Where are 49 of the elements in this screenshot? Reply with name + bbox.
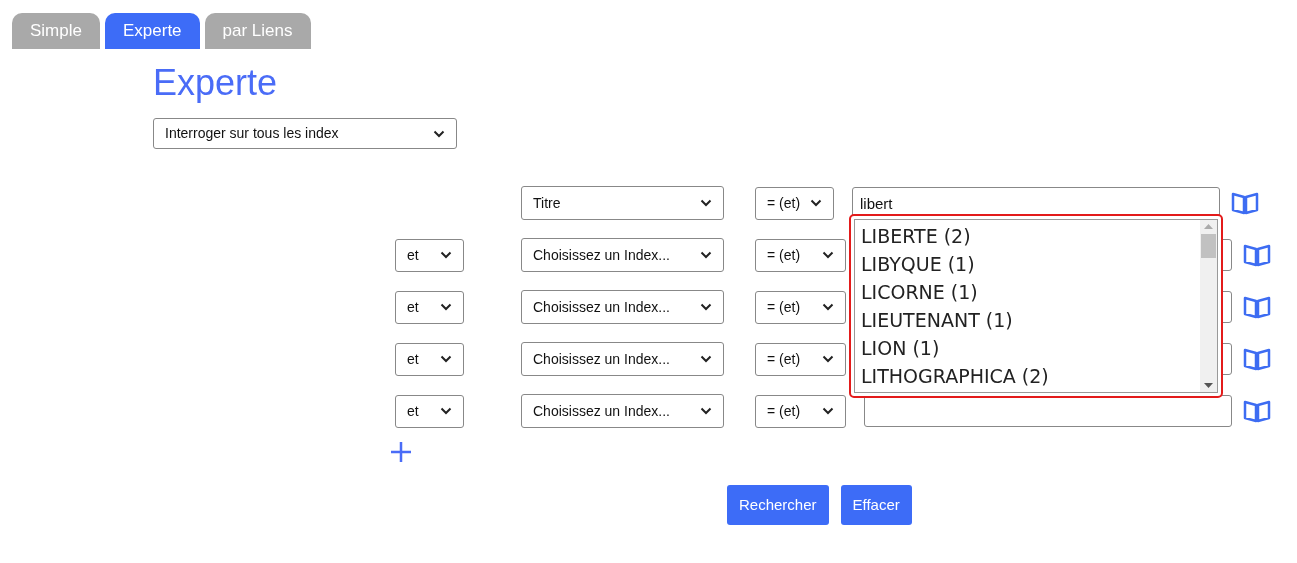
chevron-down-icon <box>700 251 712 259</box>
chevron-down-icon <box>822 355 834 363</box>
index-scope-select[interactable]: Interroger sur tous les index <box>153 118 457 149</box>
chevron-down-icon <box>700 199 712 207</box>
index-select[interactable]: Choisissez un Index... <box>521 342 724 376</box>
chevron-down-icon <box>822 407 834 415</box>
chevron-down-icon <box>440 355 452 363</box>
operator-select[interactable]: = (et) <box>755 238 846 272</box>
conjunction-select[interactable]: et <box>395 394 464 428</box>
scroll-thumb[interactable] <box>1201 234 1216 258</box>
suggestion-item[interactable]: LIBERTE (2) <box>855 222 1200 250</box>
book-icon[interactable] <box>1243 399 1271 423</box>
action-button[interactable]: Rechercher <box>727 485 829 525</box>
book-icon[interactable] <box>1243 243 1271 267</box>
chevron-down-icon <box>822 251 834 259</box>
conjunction-select[interactable]: et <box>395 238 464 272</box>
book-icon[interactable] <box>1243 347 1271 371</box>
suggestion-item[interactable]: LICORNE (1) <box>855 278 1200 306</box>
chevron-down-icon <box>440 251 452 259</box>
book-icon[interactable] <box>1243 295 1271 319</box>
suggestion-item[interactable]: LIEUTENANT (1) <box>855 306 1200 334</box>
chevron-down-icon <box>700 303 712 311</box>
suggestion-item[interactable]: LIBYQUE (1) <box>855 250 1200 278</box>
suggestion-item[interactable]: LITHOGRAPHICA (2) <box>855 362 1200 390</box>
chevron-down-icon <box>440 407 452 415</box>
tab[interactable]: Experte <box>104 13 200 49</box>
operator-select[interactable]: = (et) <box>755 342 846 376</box>
action-button[interactable]: Effacer <box>840 485 912 525</box>
operator-select[interactable]: = (et) <box>755 186 834 220</box>
add-icon[interactable] <box>389 440 413 464</box>
chevron-down-icon <box>822 303 834 311</box>
conjunction-select[interactable]: et <box>395 342 464 376</box>
scroll-down-icon[interactable] <box>1204 383 1213 388</box>
chevron-down-icon <box>700 355 712 363</box>
book-icon[interactable] <box>1231 191 1259 215</box>
suggestion-item[interactable]: LION (1) <box>855 334 1200 362</box>
operator-select[interactable]: = (et) <box>755 394 846 428</box>
index-select[interactable]: Choisissez un Index... <box>521 238 724 272</box>
chevron-down-icon <box>433 129 445 138</box>
conjunction-select[interactable]: et <box>395 290 464 324</box>
index-select[interactable]: Choisissez un Index... <box>521 394 724 428</box>
chevron-down-icon <box>810 199 822 207</box>
index-select[interactable]: Choisissez un Index... <box>521 290 724 324</box>
page-heading: Experte <box>153 63 279 103</box>
scrollbar[interactable] <box>1200 220 1217 392</box>
operator-select[interactable]: = (et) <box>755 290 846 324</box>
index-select[interactable]: Titre <box>521 186 724 220</box>
chevron-down-icon <box>700 407 712 415</box>
chevron-down-icon <box>440 303 452 311</box>
